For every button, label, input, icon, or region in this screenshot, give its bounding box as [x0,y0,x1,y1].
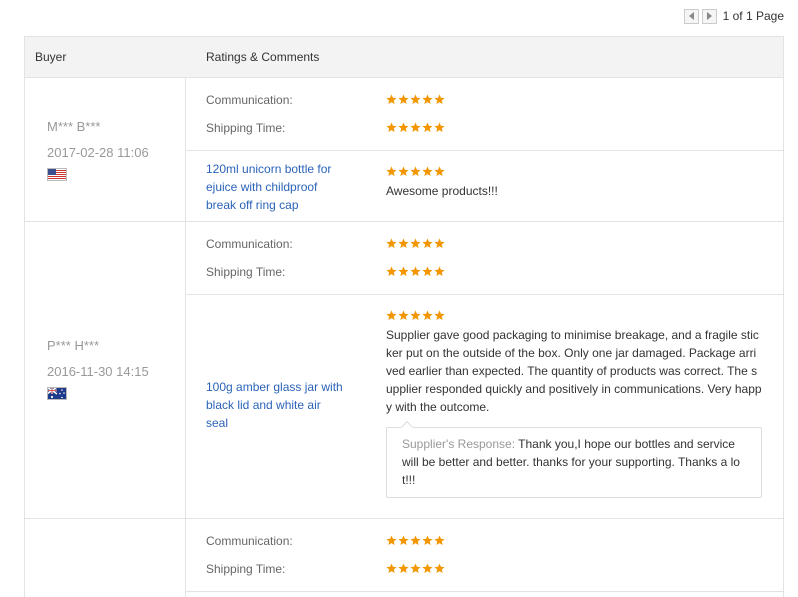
star-icon [398,563,409,574]
feedback-stars [386,310,762,322]
criteria-block: Communication: Shipping Time: [186,519,783,592]
communication-label: Communication: [206,534,293,548]
callout-caret [401,421,413,428]
star-icon [386,310,397,321]
star-icon [422,266,433,277]
star-icon [434,94,445,105]
review-date: 2017-02-28 11:06 [47,145,149,160]
star-icon [434,238,445,249]
star-icon [410,94,421,105]
criteria-block: Communication: Shipping Time: [186,222,783,295]
criteria-block: Communication: Shipping Time: [186,78,783,151]
star-icon [398,166,409,177]
star-icon [410,238,421,249]
next-page-button[interactable] [701,8,717,24]
buyer-cell: P*** H*** 2016-11-30 14:15 [25,222,186,518]
buyer-name: M*** B*** [47,119,101,134]
supplier-response: Supplier's Response: Thank you,I hope ou… [386,421,762,498]
star-icon [410,166,421,177]
communication-label: Communication: [206,93,293,107]
feedback-stars [386,166,762,178]
star-icon [434,166,445,177]
feedback-text: Awesome products!!! [386,184,498,198]
shipping-label: Shipping Time: [206,121,286,135]
review-date: 2016-11-30 14:15 [47,364,149,379]
buyer-column-header: Buyer [35,50,67,64]
star-icon [422,310,433,321]
shipping-stars [386,563,445,575]
communication-stars [386,94,445,106]
star-icon [434,535,445,546]
shipping-label: Shipping Time: [206,265,286,279]
star-icon [434,310,445,321]
pagination: 1 of 1 Page [683,8,784,24]
star-icon [398,122,409,133]
communication-label: Communication: [206,237,293,251]
star-icon [422,238,433,249]
ratings-cell: Communication: Shipping Time: [186,519,783,597]
star-icon [422,563,433,574]
response-label: Supplier's Response: [402,437,516,451]
caret-right-icon [706,12,712,20]
star-icon [398,238,409,249]
star-icon [434,266,445,277]
buyer-name: P*** H*** [47,338,100,353]
us-flag-icon [47,168,67,181]
star-icon [386,535,397,546]
star-icon [410,563,421,574]
star-icon [434,563,445,574]
star-icon [422,535,433,546]
star-icon [386,94,397,105]
feedback-table: Buyer Ratings & Comments M*** B*** 2017-… [24,36,784,597]
ratings-cell: Communication: Shipping Time: 120ml unic… [186,78,783,221]
star-icon [398,266,409,277]
communication-stars [386,535,445,547]
caret-left-icon [688,12,694,20]
shipping-stars [386,122,445,134]
ratings-column-header: Ratings & Comments [206,50,320,64]
star-icon [410,122,421,133]
communication-stars [386,238,445,250]
table-header: Buyer Ratings & Comments [25,37,783,78]
star-icon [398,94,409,105]
star-icon [434,122,445,133]
star-icon [386,166,397,177]
review-row: Communication: Shipping Time: [25,519,783,597]
buyer-cell: M*** B*** 2017-02-28 11:06 [25,78,186,221]
ratings-cell: Communication: Shipping Time: 100g amber… [186,222,783,518]
star-icon [398,535,409,546]
star-icon [410,310,421,321]
star-icon [386,122,397,133]
review-row: P*** H*** 2016-11-30 14:15 Communication… [25,222,783,519]
star-icon [386,238,397,249]
star-icon [422,122,433,133]
au-flag-icon [47,387,67,400]
star-icon [398,310,409,321]
prev-page-button[interactable] [683,8,699,24]
shipping-stars [386,266,445,278]
star-icon [410,535,421,546]
star-icon [422,166,433,177]
review-row: M*** B*** 2017-02-28 11:06 Communication… [25,78,783,222]
buyer-cell [25,519,186,597]
star-icon [386,266,397,277]
feedback-text: Supplier gave good packaging to minimise… [386,328,762,414]
shipping-label: Shipping Time: [206,562,286,576]
product-link[interactable]: 120ml unicorn bottle for ejuice with chi… [206,160,346,214]
star-icon [410,266,421,277]
star-icon [386,563,397,574]
product-link[interactable]: 100g amber glass jar with black lid and … [206,378,346,432]
page-indicator: 1 of 1 Page [722,9,784,23]
star-icon [422,94,433,105]
